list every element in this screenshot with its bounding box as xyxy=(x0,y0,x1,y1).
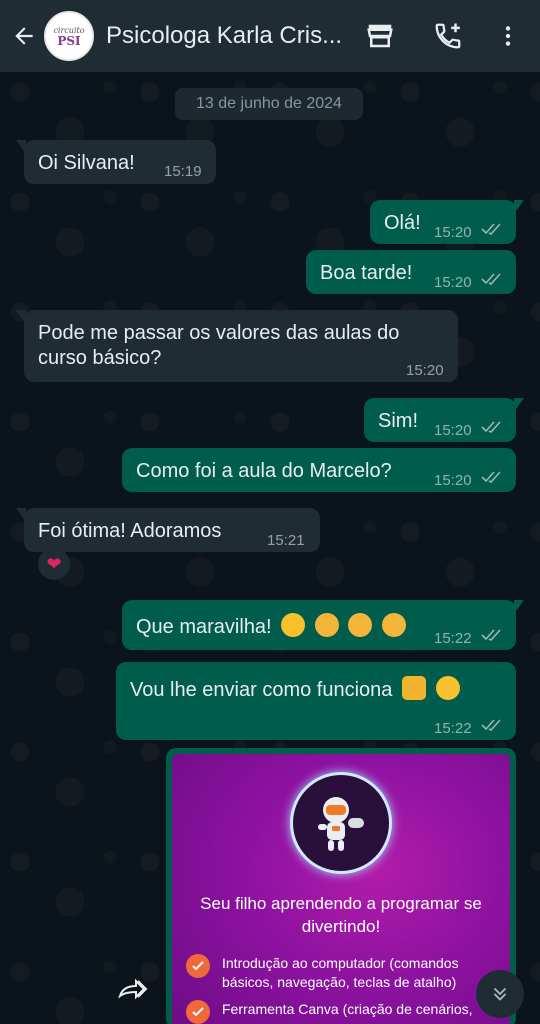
message-text: Vou lhe enviar como funciona xyxy=(130,679,393,701)
message-text-wrap: Vou lhe enviar como funciona xyxy=(130,676,460,703)
message-outgoing[interactable]: Sim! 15:20 xyxy=(364,398,524,442)
message-outgoing[interactable]: Boa tarde! 15:20 xyxy=(306,250,516,294)
date-chip: 13 de junho de 2024 xyxy=(175,88,363,120)
poster-list-text: Ferramenta Canva (criação de cenários, xyxy=(222,1001,473,1017)
message-time: 15:19 xyxy=(164,163,202,180)
message-text: Oi Silvana! xyxy=(38,152,135,174)
thumbs-up-emoji xyxy=(401,676,426,700)
partying-face-emoji xyxy=(381,613,406,637)
check-icon xyxy=(186,1000,210,1024)
poster-headline: Seu filho aprendendo a programar se dive… xyxy=(182,892,500,938)
message-time: 15:20 xyxy=(406,362,444,379)
poster-image[interactable]: Seu filho aprendendo a programar se dive… xyxy=(172,754,510,1024)
double-check-icon xyxy=(481,629,501,641)
forward-icon xyxy=(118,978,148,1000)
check-icon xyxy=(186,954,210,978)
chat-header: circuito PSI Psicologa Karla Cris... xyxy=(0,0,540,72)
double-check-icon xyxy=(481,471,501,483)
back-arrow-icon xyxy=(15,27,33,45)
double-check-icon xyxy=(481,719,501,731)
message-outgoing[interactable]: Vou lhe enviar como funciona 15:22 xyxy=(116,662,516,740)
message-time: 15:22 xyxy=(434,630,472,647)
partying-face-emoji xyxy=(348,613,373,637)
message-time: 15:20 xyxy=(434,422,472,439)
contact-name[interactable]: Psicologa Karla Cris... xyxy=(106,22,356,50)
message-time: 15:20 xyxy=(434,274,472,291)
message-outgoing[interactable]: Olá! 15:20 xyxy=(370,200,524,244)
message-text-wrap: Que maravilha! xyxy=(136,613,406,640)
message-text: Olá! xyxy=(384,212,421,234)
astronaut-icon xyxy=(318,797,364,851)
image-message[interactable]: Seu filho aprendendo a programar se dive… xyxy=(166,748,516,1024)
more-options-button[interactable] xyxy=(490,18,526,54)
star-struck-emoji xyxy=(281,613,306,637)
poster-list-item: Ferramenta Canva (criação de cenários, xyxy=(186,1000,492,1024)
avatar[interactable]: circuito PSI xyxy=(44,11,94,61)
double-check-icon xyxy=(481,273,501,285)
poster-headline-line2: divertindo! xyxy=(301,917,381,936)
message-outgoing[interactable]: Como foi a aula do Marcelo? 15:20 xyxy=(122,448,516,492)
more-vert-icon xyxy=(505,26,511,46)
store-icon xyxy=(367,24,393,48)
scroll-to-bottom-button[interactable] xyxy=(476,970,524,1018)
forward-button[interactable] xyxy=(112,972,152,1006)
message-text: Boa tarde! xyxy=(320,262,413,284)
poster-list-item: Introdução ao computador (comandos básic… xyxy=(186,954,492,992)
message-time: 15:20 xyxy=(434,224,472,241)
reaction-heart[interactable]: ❤ xyxy=(38,548,70,580)
double-check-icon xyxy=(481,223,501,235)
partying-face-emoji xyxy=(314,613,339,637)
message-text: Que maravilha! xyxy=(136,616,272,638)
message-incoming[interactable]: Foi ótima! Adoramos 15:21 xyxy=(16,508,320,552)
double-check-icon xyxy=(481,421,501,433)
message-time: 15:22 xyxy=(434,720,472,737)
smiling-face-emoji xyxy=(435,676,460,700)
message-text: Como foi a aula do Marcelo? xyxy=(136,460,392,482)
message-incoming[interactable]: Oi Silvana! 15:19 xyxy=(16,140,216,184)
astronaut-badge xyxy=(290,772,392,874)
heart-icon: ❤ xyxy=(46,553,62,574)
message-text: Foi ótima! Adoramos xyxy=(38,520,222,542)
add-call-icon xyxy=(435,23,461,49)
back-button[interactable] xyxy=(4,0,44,72)
add-call-button[interactable] xyxy=(430,18,466,54)
message-incoming[interactable]: Pode me passar os valores das aulas do c… xyxy=(16,310,458,382)
message-text: Sim! xyxy=(378,410,418,432)
message-text-line1: Pode me passar os valores das aulas do xyxy=(38,322,400,344)
store-button[interactable] xyxy=(362,18,398,54)
message-time: 15:21 xyxy=(267,532,305,549)
message-text-line2: curso básico? xyxy=(38,347,162,369)
avatar-text-big: PSI xyxy=(57,33,81,48)
message-outgoing[interactable]: Que maravilha! 15:22 xyxy=(122,600,524,650)
chevrons-down-icon xyxy=(493,987,507,1001)
poster-list-text: Introdução ao computador (comandos básic… xyxy=(222,955,459,990)
chat-area[interactable]: 13 de junho de 2024 Oi Silvana! 15:19 Ol… xyxy=(0,72,540,1024)
poster-headline-line1: Seu filho aprendendo a programar se xyxy=(200,894,482,913)
message-time: 15:20 xyxy=(434,472,472,489)
